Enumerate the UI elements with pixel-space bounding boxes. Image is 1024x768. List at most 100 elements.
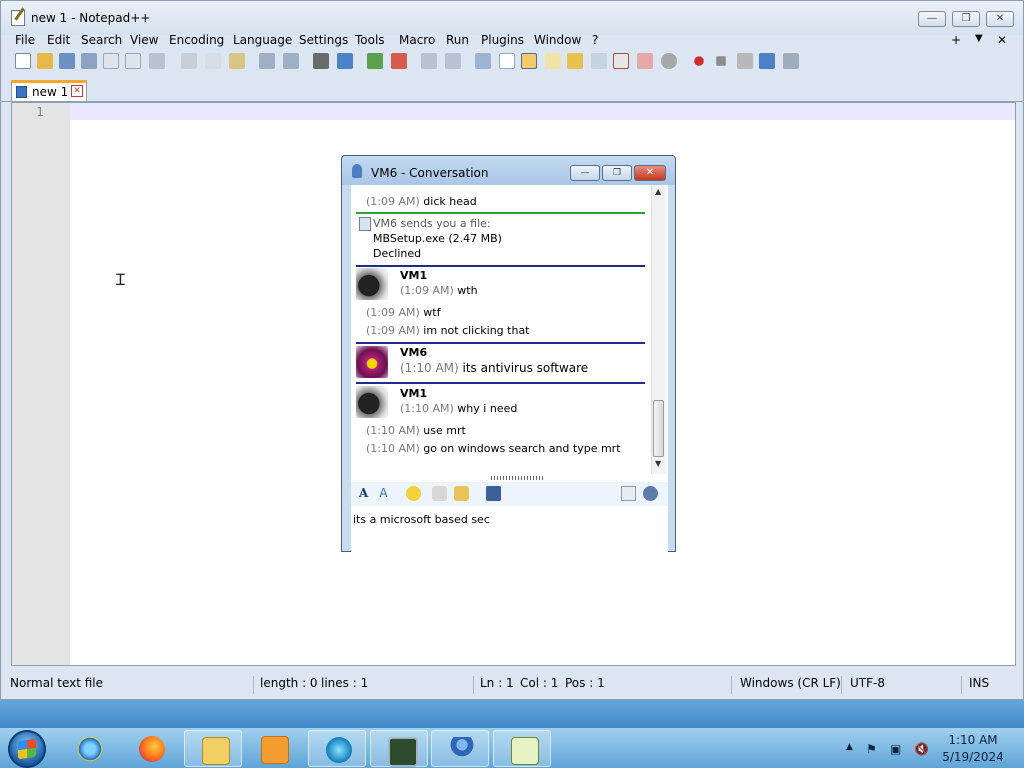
menu-tools[interactable]: Tools bbox=[355, 33, 385, 47]
emoticon-icon[interactable] bbox=[406, 486, 421, 501]
conversation-history[interactable]: (1:09 AM) dick head VM6 sends you a file… bbox=[351, 185, 668, 630]
record-macro-icon[interactable] bbox=[694, 56, 704, 66]
new-file-icon[interactable] bbox=[15, 53, 31, 69]
save-all-icon[interactable] bbox=[81, 53, 97, 69]
menu-file[interactable]: File bbox=[15, 33, 35, 47]
message: (1:10 AM) go on windows search and type … bbox=[366, 442, 621, 455]
stop-macro-icon[interactable] bbox=[716, 56, 726, 66]
menu-encoding[interactable]: Encoding bbox=[169, 33, 224, 47]
resize-grip[interactable] bbox=[491, 476, 545, 480]
menu-run[interactable]: Run bbox=[446, 33, 469, 47]
message-input[interactable]: its a microsoft based sec bbox=[351, 508, 668, 545]
close-button[interactable]: ✕ bbox=[986, 11, 1014, 27]
nudge-icon[interactable] bbox=[432, 486, 447, 501]
word-wrap-icon[interactable] bbox=[475, 53, 491, 69]
zoom-out-icon[interactable] bbox=[391, 53, 407, 69]
menu-settings[interactable]: Settings bbox=[299, 33, 348, 47]
menu-view[interactable]: View bbox=[130, 33, 158, 47]
menu-bar: File Edit Search View Encoding Language … bbox=[1, 31, 1023, 49]
undo-icon[interactable] bbox=[259, 53, 275, 69]
play-multiple-icon[interactable] bbox=[759, 53, 775, 69]
speech-bubble-icon[interactable] bbox=[661, 53, 677, 69]
taskbar-notepad-plus-plus[interactable] bbox=[493, 730, 551, 767]
action-center-flag-icon[interactable]: ⚑ bbox=[866, 742, 877, 756]
taskbar-media-player[interactable] bbox=[244, 730, 302, 767]
status-col: Col : 1 bbox=[520, 676, 559, 690]
paste-icon[interactable] bbox=[229, 53, 245, 69]
indent-guide-icon[interactable] bbox=[521, 53, 537, 69]
conversation-restore-button[interactable]: ❐ bbox=[602, 165, 632, 181]
show-all-chars-icon[interactable] bbox=[499, 53, 515, 69]
copy-icon[interactable] bbox=[205, 53, 221, 69]
folder-workspace-icon[interactable] bbox=[591, 53, 607, 69]
text-color-icon[interactable]: A bbox=[376, 486, 391, 501]
clock-time: 1:10 AM bbox=[948, 733, 998, 747]
menu-edit[interactable]: Edit bbox=[47, 33, 70, 47]
save-icon[interactable] bbox=[59, 53, 75, 69]
menu-plugins[interactable]: Plugins bbox=[481, 33, 524, 47]
sync-horizontal-icon[interactable] bbox=[445, 53, 461, 69]
menu-window[interactable]: Window bbox=[534, 33, 581, 47]
taskbar-messenger[interactable] bbox=[431, 730, 489, 767]
taskbar-explorer[interactable] bbox=[184, 730, 242, 767]
volume-muted-icon[interactable]: 🔇 bbox=[914, 742, 929, 756]
clock-date: 5/19/2024 bbox=[942, 750, 1004, 764]
status-insert-mode: INS bbox=[969, 676, 990, 690]
scroll-down-icon[interactable]: ▼ bbox=[655, 459, 661, 468]
conversation-minimize-button[interactable]: — bbox=[570, 165, 600, 181]
tab-new-1[interactable]: new 1 ✕ bbox=[11, 80, 87, 101]
monitoring-icon[interactable] bbox=[613, 53, 629, 69]
zoom-in-icon[interactable] bbox=[367, 53, 383, 69]
taskbar-internet-explorer[interactable] bbox=[60, 730, 118, 767]
title-bar[interactable]: new 1 - Notepad++ — ❐ ✕ bbox=[1, 1, 1023, 35]
line-number-gutter: 1 bbox=[12, 103, 70, 665]
conversation-title-bar[interactable]: VM6 - Conversation — ❐ ✕ bbox=[342, 156, 675, 185]
show-hidden-icons-icon[interactable]: ▲ bbox=[846, 742, 853, 752]
taskbar-live-messenger-app[interactable] bbox=[308, 730, 366, 767]
menu-language[interactable]: Language bbox=[233, 33, 292, 47]
options-icon[interactable] bbox=[643, 486, 658, 501]
cut-icon[interactable] bbox=[181, 53, 197, 69]
font-icon[interactable]: A bbox=[356, 486, 371, 501]
menu-new-plus[interactable]: + bbox=[951, 33, 961, 47]
history-scrollbar[interactable]: ▲ ▼ bbox=[651, 185, 666, 474]
find-icon[interactable] bbox=[313, 53, 329, 69]
conversation-close-button[interactable]: ✕ bbox=[634, 165, 666, 181]
tab-close-icon[interactable]: ✕ bbox=[71, 85, 83, 97]
save-conversation-icon[interactable] bbox=[486, 486, 501, 501]
print-icon[interactable] bbox=[149, 53, 165, 69]
doc-map-icon[interactable] bbox=[545, 53, 561, 69]
notepad-app-icon bbox=[11, 10, 25, 26]
window-title: new 1 - Notepad++ bbox=[31, 11, 151, 25]
menu-search[interactable]: Search bbox=[81, 33, 122, 47]
menu-help[interactable]: ? bbox=[592, 33, 598, 47]
function-list-icon[interactable] bbox=[567, 53, 583, 69]
save-macro-icon[interactable] bbox=[783, 53, 799, 69]
close-file-icon[interactable] bbox=[103, 53, 119, 69]
scroll-thumb[interactable] bbox=[653, 400, 664, 457]
sync-vertical-icon[interactable] bbox=[421, 53, 437, 69]
status-length: length : 0 bbox=[260, 676, 318, 690]
scroll-up-icon[interactable]: ▲ bbox=[655, 187, 661, 196]
play-macro-icon[interactable] bbox=[737, 53, 753, 69]
sender-name: VM1 bbox=[400, 269, 428, 282]
replace-icon[interactable] bbox=[337, 53, 353, 69]
restore-button[interactable]: ❐ bbox=[952, 11, 980, 27]
redo-icon[interactable] bbox=[283, 53, 299, 69]
clear-icon[interactable] bbox=[637, 53, 653, 69]
close-all-icon[interactable] bbox=[125, 53, 141, 69]
media-player-icon bbox=[261, 736, 289, 764]
menu-macro[interactable]: Macro bbox=[399, 33, 435, 47]
taskbar-firefox[interactable] bbox=[122, 730, 180, 767]
open-file-icon[interactable] bbox=[37, 53, 53, 69]
avatar bbox=[356, 386, 388, 418]
taskbar-terminal[interactable] bbox=[370, 730, 428, 767]
minimize-button[interactable]: — bbox=[918, 11, 946, 27]
menu-list-dropdown[interactable]: ▼ bbox=[975, 33, 983, 44]
system-clock[interactable]: 1:10 AM 5/19/2024 bbox=[936, 732, 1010, 766]
send-file-icon[interactable] bbox=[454, 486, 469, 501]
share-icon[interactable] bbox=[621, 486, 636, 501]
start-button[interactable] bbox=[8, 730, 46, 768]
menu-close-doc[interactable]: ✕ bbox=[997, 33, 1007, 47]
network-icon[interactable]: ▣ bbox=[890, 742, 901, 756]
